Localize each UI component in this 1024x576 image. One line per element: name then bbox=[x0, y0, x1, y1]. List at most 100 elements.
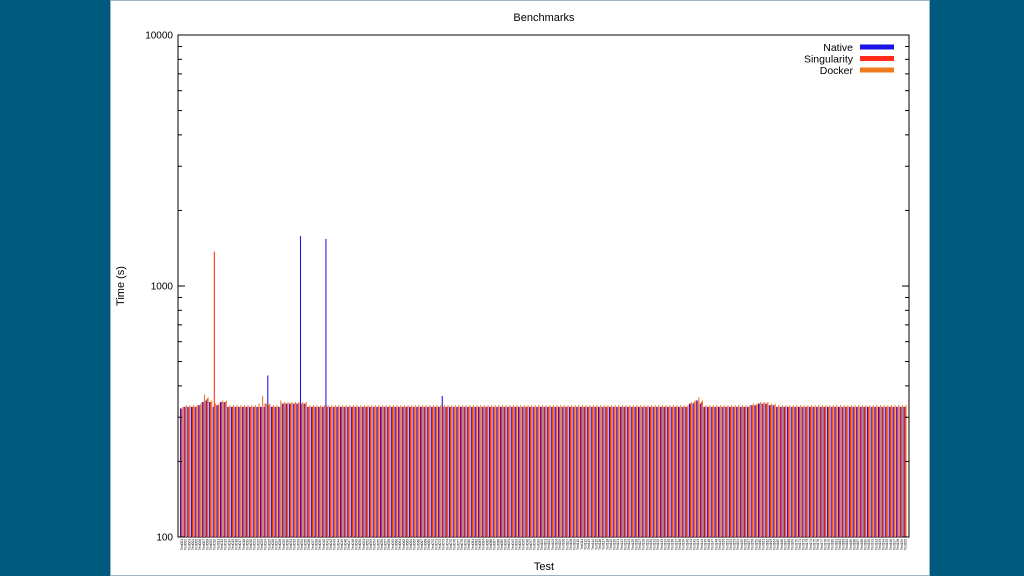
bar-singularity bbox=[468, 406, 470, 537]
bar-docker bbox=[414, 405, 416, 537]
bar-native bbox=[605, 406, 607, 537]
bar-native bbox=[547, 406, 549, 537]
bar-singularity bbox=[388, 406, 390, 537]
bar-native bbox=[241, 406, 243, 537]
bar-native bbox=[739, 406, 741, 537]
bar-singularity bbox=[733, 406, 735, 537]
bar-singularity bbox=[828, 406, 830, 537]
bar-native bbox=[270, 406, 272, 537]
bar-docker bbox=[691, 402, 693, 537]
bar-native bbox=[310, 406, 312, 537]
bar-docker bbox=[665, 405, 667, 537]
bar-docker bbox=[396, 405, 398, 537]
bar-docker bbox=[883, 405, 885, 537]
bar-singularity bbox=[304, 403, 306, 537]
bar-native bbox=[598, 406, 600, 537]
bar-docker bbox=[905, 405, 907, 537]
bar-docker bbox=[200, 403, 202, 537]
bar-native bbox=[867, 406, 869, 537]
bar-docker bbox=[774, 403, 776, 537]
bar-native bbox=[216, 405, 218, 537]
bar-native bbox=[856, 406, 858, 537]
bar-singularity bbox=[766, 403, 768, 537]
bar-native bbox=[768, 405, 770, 537]
bar-docker bbox=[509, 405, 511, 537]
bar-docker bbox=[294, 402, 296, 537]
bar-singularity bbox=[341, 406, 343, 537]
bar-docker bbox=[269, 403, 271, 537]
bar-native bbox=[234, 406, 236, 537]
bar-singularity bbox=[351, 406, 353, 537]
bar-native bbox=[827, 406, 829, 537]
bar-native bbox=[834, 406, 836, 537]
bar-singularity bbox=[213, 251, 215, 537]
bar-singularity bbox=[442, 406, 444, 537]
bar-native bbox=[801, 406, 803, 537]
bar-docker bbox=[901, 405, 903, 537]
legend-label-native: Native bbox=[823, 42, 853, 54]
bar-native bbox=[416, 406, 418, 537]
bar-docker bbox=[796, 405, 798, 537]
bar-docker bbox=[792, 405, 794, 537]
bar-singularity bbox=[708, 406, 710, 537]
bar-singularity bbox=[424, 406, 426, 537]
bar-native bbox=[507, 406, 509, 537]
bar-docker bbox=[600, 405, 602, 537]
bar-docker bbox=[705, 405, 707, 537]
bar-docker bbox=[338, 405, 340, 537]
bar-docker bbox=[858, 405, 860, 537]
bar-native bbox=[681, 406, 683, 537]
bar-native bbox=[405, 406, 407, 537]
bar-native bbox=[274, 406, 276, 537]
bar-native bbox=[296, 403, 298, 537]
bar-native bbox=[459, 406, 461, 537]
bar-native bbox=[797, 406, 800, 537]
bar-native bbox=[209, 402, 211, 537]
bar-native bbox=[688, 403, 690, 537]
bar-docker bbox=[240, 405, 242, 537]
bar-docker bbox=[505, 405, 507, 537]
bar-native bbox=[696, 400, 698, 537]
x-axis-label: Test bbox=[534, 561, 554, 573]
bar-singularity bbox=[551, 406, 553, 537]
bar-singularity bbox=[399, 406, 401, 537]
bar-native bbox=[645, 406, 647, 537]
bar-docker bbox=[189, 405, 191, 537]
bar-singularity bbox=[806, 406, 808, 537]
bar-native bbox=[863, 406, 865, 537]
bar-singularity bbox=[515, 406, 517, 537]
bar-docker bbox=[334, 405, 336, 537]
bar-singularity bbox=[221, 402, 223, 537]
bar-native bbox=[285, 403, 287, 537]
bar-native bbox=[543, 406, 545, 537]
bar-singularity bbox=[184, 406, 186, 537]
bar-singularity bbox=[566, 406, 568, 537]
bar-native bbox=[623, 406, 625, 537]
bar-docker bbox=[523, 405, 525, 537]
bar-native bbox=[587, 406, 589, 537]
bar-singularity bbox=[697, 400, 699, 537]
bar-docker bbox=[603, 405, 605, 537]
y-tick-label: 10000 bbox=[145, 31, 173, 42]
bar-singularity bbox=[791, 406, 793, 537]
bar-singularity bbox=[755, 405, 757, 537]
bar-singularity bbox=[679, 406, 681, 537]
bar-singularity bbox=[675, 406, 677, 537]
bar-native bbox=[267, 375, 269, 537]
bar-native bbox=[474, 406, 476, 537]
bar-singularity bbox=[439, 406, 441, 537]
bar-docker bbox=[887, 405, 889, 537]
bar-docker bbox=[680, 405, 682, 537]
bar-docker bbox=[291, 402, 293, 537]
bar-docker bbox=[698, 397, 700, 537]
bar-singularity bbox=[210, 402, 212, 537]
bar-singularity bbox=[642, 406, 644, 537]
bar-singularity bbox=[530, 406, 532, 537]
bar-native bbox=[245, 406, 247, 537]
bar-native bbox=[478, 406, 480, 537]
bar-native bbox=[281, 403, 283, 537]
bar-native bbox=[707, 406, 709, 537]
bar-docker bbox=[422, 405, 424, 537]
bar-singularity bbox=[195, 406, 197, 537]
bar-singularity bbox=[479, 406, 481, 537]
